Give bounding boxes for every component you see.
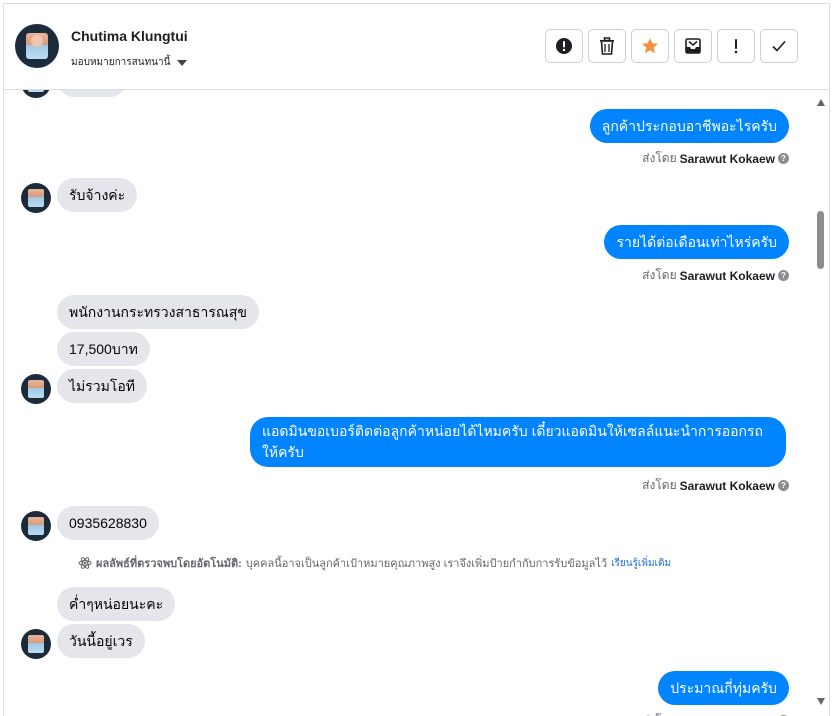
conversation-toolbar [545, 29, 798, 63]
message-bubble-incoming: พนักงานกระทรวงสาธารณสุข [57, 295, 259, 329]
mark-unread-icon [685, 38, 701, 54]
scroll-down-arrow-icon[interactable] [817, 698, 825, 705]
sent-by-prefix: ส่งโดย [642, 478, 677, 492]
message-bubble-outgoing: รายได้ต่อเดือนเท่าไหร่ครับ [604, 225, 789, 259]
assign-conversation-label: มอบหมายการสนทนานี้ [71, 57, 171, 68]
scroll-up-arrow-icon[interactable] [817, 99, 825, 106]
sent-by-agent[interactable]: Sarawut Kokaew [680, 152, 775, 166]
sent-by-prefix: ส่งโดย [642, 711, 676, 716]
thread-scrollbar[interactable] [812, 90, 829, 716]
contact-avatar-small [21, 629, 51, 659]
contact-avatar-small [21, 511, 51, 541]
contact-avatar-small [21, 90, 51, 98]
contact-avatar-small [21, 374, 51, 404]
message-bubble-incoming: 17,500บาท [57, 332, 150, 366]
message-bubble-incoming: ค่ำๆหน่อยนะคะ [57, 587, 176, 621]
follow-up-button[interactable] [717, 29, 755, 63]
sent-by-agent[interactable]: Sarawut Kokaew [680, 269, 775, 283]
alert-icon [556, 38, 572, 54]
sent-by-label: ส่งโดย Sarawut Kokaew ? [642, 476, 789, 495]
auto-note-text: บุคคลนี้อาจเป็นลูกค้าเป้าหมายคุณภาพสูง เ… [245, 558, 608, 570]
auto-note-label: ผลลัพธ์ที่ตรวจพบโดยอัตโนมัติ: [96, 558, 242, 570]
assign-conversation-dropdown[interactable]: มอบหมายการสนทนานี้ [71, 55, 188, 70]
sent-by-label: ส่งโดย Sarawut Kokaew ? [642, 711, 789, 716]
auto-detected-note: ผลลัพธ์ที่ตรวจพบโดยอัตโนมัติ: บุคคลนี้อา… [78, 554, 671, 572]
help-icon[interactable]: ? [778, 270, 789, 281]
sent-by-agent[interactable]: Sarawut Kokaew [680, 479, 775, 493]
message-bubble-incoming: ไม่รวมโอที [57, 369, 148, 403]
trash-icon [600, 37, 614, 55]
contact-avatar-small [21, 183, 51, 213]
sent-by-label: ส่งโดย Sarawut Kokaew ? [642, 149, 789, 168]
caret-down-icon [177, 59, 188, 66]
message-bubble-incoming: 0935628830 [57, 506, 159, 540]
conversation-panel: Chutima Klungtui มอบหมายการสนทนานี้ ลูกค… [3, 3, 830, 716]
message-bubble-outgoing: ประมาณกี่ทุ่มครับ [658, 671, 789, 705]
help-icon[interactable]: ? [778, 480, 789, 491]
message-thread[interactable]: ลูกค้าประกอบอาชีพอะไรครับ ส่งโดย Sarawut… [4, 90, 812, 716]
message-bubble-incoming: วันนี้อยู่เวร [57, 624, 145, 658]
contact-avatar[interactable] [15, 24, 59, 68]
message-bubble-outgoing: แอดมินขอเบอร์ติดต่อลูกค้าหน่อยได้ไหมครับ… [250, 417, 786, 467]
star-button[interactable] [631, 29, 669, 63]
conversation-header: Chutima Klungtui มอบหมายการสนทนานี้ [4, 4, 829, 90]
message-bubble-incoming [57, 90, 127, 97]
sent-by-prefix: ส่งโดย [642, 268, 677, 282]
check-icon [772, 40, 786, 52]
atom-icon [78, 557, 92, 569]
mark-spam-button[interactable] [545, 29, 583, 63]
message-bubble-outgoing: ลูกค้าประกอบอาชีพอะไรครับ [589, 109, 789, 143]
learn-more-link[interactable]: เรียนรู้เพิ่มเติม [611, 556, 671, 571]
help-icon[interactable]: ? [778, 153, 789, 164]
exclamation-icon [734, 39, 738, 54]
star-icon [642, 38, 658, 54]
contact-name[interactable]: Chutima Klungtui [71, 28, 188, 44]
sent-by-prefix: ส่งโดย [642, 151, 677, 165]
mark-done-button[interactable] [760, 29, 798, 63]
message-bubble-incoming: รับจ้างค่ะ [57, 178, 138, 212]
scrollbar-thumb[interactable] [817, 211, 824, 269]
sent-by-label: ส่งโดย Sarawut Kokaew ? [642, 266, 789, 285]
mark-unread-button[interactable] [674, 29, 712, 63]
delete-button[interactable] [588, 29, 626, 63]
